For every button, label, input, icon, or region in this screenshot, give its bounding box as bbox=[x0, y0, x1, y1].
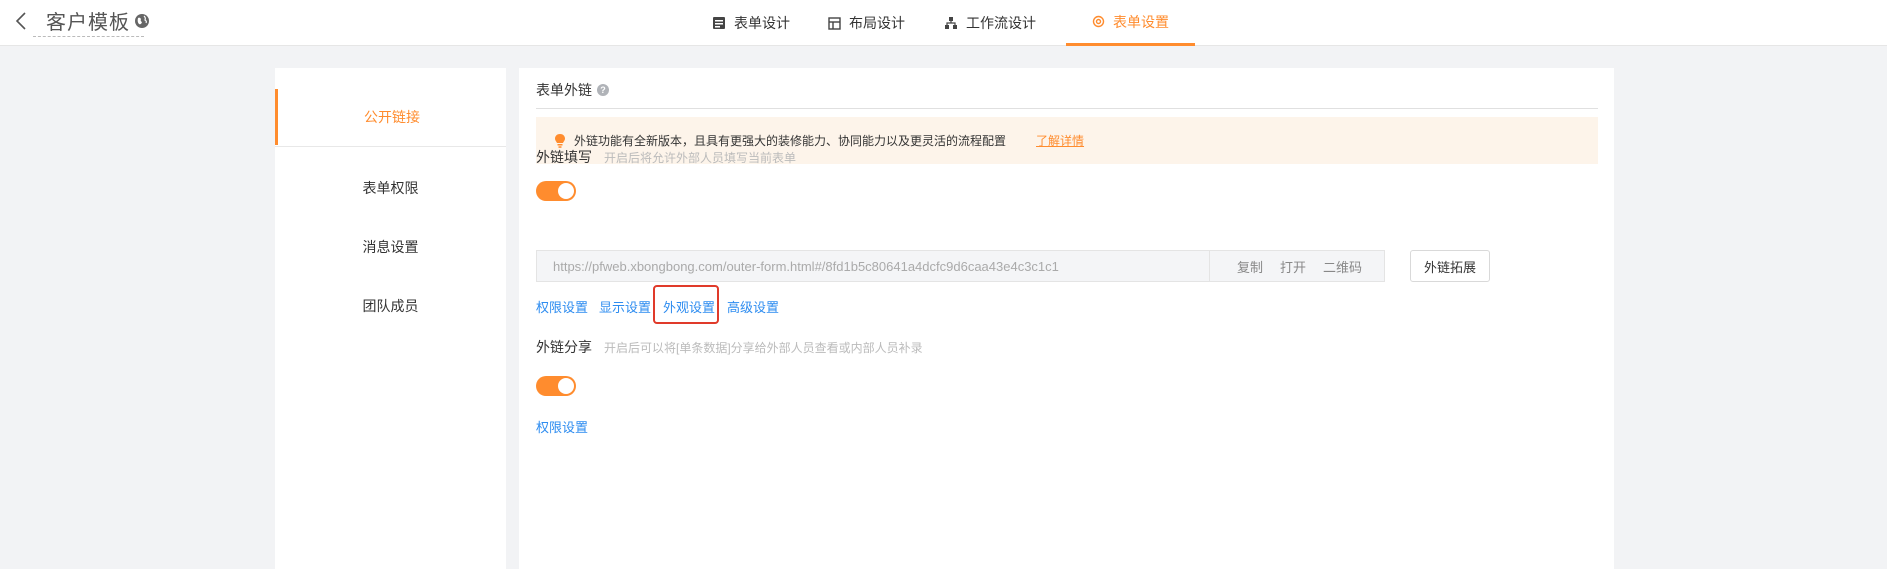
tab-label: 表单设计 bbox=[734, 15, 790, 31]
tab-form-settings[interactable]: 表单设置 bbox=[1066, 0, 1195, 46]
back-arrow-icon[interactable] bbox=[10, 8, 32, 34]
sidebar-divider bbox=[275, 146, 506, 147]
copy-button[interactable]: 复制 bbox=[1237, 257, 1263, 276]
sidebar-item-message-settings[interactable]: 消息设置 bbox=[275, 227, 506, 267]
advanced-settings-link[interactable]: 高级设置 bbox=[727, 297, 779, 316]
sidebar-item-label: 消息设置 bbox=[362, 239, 419, 255]
sidebar-item-label: 团队成员 bbox=[362, 298, 419, 314]
open-button[interactable]: 打开 bbox=[1280, 257, 1306, 276]
help-icon[interactable]: ? bbox=[597, 84, 609, 96]
external-share-label: 外链分享 bbox=[536, 339, 592, 355]
sidebar-item-public-link[interactable]: 公开链接 bbox=[275, 89, 506, 145]
external-fill-row: 外链填写 开启后将允许外部人员填写当前表单 bbox=[536, 147, 796, 167]
layout-icon bbox=[828, 16, 841, 30]
qrcode-button[interactable]: 二维码 bbox=[1323, 257, 1362, 276]
tab-label: 表单设置 bbox=[1113, 13, 1169, 30]
highlight-box bbox=[653, 285, 719, 324]
section-title: 表单外链 ? bbox=[536, 80, 609, 100]
tab-workflow-design[interactable]: 工作流设计 bbox=[932, 0, 1048, 46]
design-tabs: 表单设计 布局设计 工作流设计 表单设置 bbox=[700, 0, 1195, 46]
tab-form-design[interactable]: 表单设计 bbox=[700, 0, 802, 46]
external-fill-hint: 开启后将允许外部人员填写当前表单 bbox=[604, 151, 797, 165]
tab-label: 布局设计 bbox=[849, 15, 905, 31]
main-panel: 表单外链 ? 外链功能有全新版本，且具有更强大的装修能力、协同能力以及更灵活的流… bbox=[519, 68, 1614, 569]
sidebar-item-label: 表单权限 bbox=[362, 180, 419, 196]
permission-settings-link[interactable]: 权限设置 bbox=[536, 297, 588, 316]
tab-layout-design[interactable]: 布局设计 bbox=[816, 0, 917, 46]
display-settings-link[interactable]: 显示设置 bbox=[599, 297, 651, 316]
sidebar-item-team-members[interactable]: 团队成员 bbox=[275, 286, 506, 326]
sidebar-item-form-permission[interactable]: 表单权限 bbox=[275, 168, 506, 208]
external-share-toggle[interactable] bbox=[536, 376, 576, 396]
settings-icon bbox=[1092, 15, 1105, 28]
url-actions-group: 复制 打开 二维码 bbox=[1209, 250, 1385, 282]
external-share-row: 外链分享 开启后可以将[单条数据]分享给外部人员查看或内部人员补录 bbox=[536, 337, 923, 357]
form-icon bbox=[712, 16, 726, 30]
globe-icon[interactable] bbox=[133, 12, 151, 30]
learn-more-link[interactable]: 了解详情 bbox=[1036, 132, 1084, 149]
external-link-url-field[interactable]: https://pfweb.xbongbong.com/outer-form.h… bbox=[536, 250, 1209, 282]
top-header: 客户模板 表单设计 布局设计 工作流设计 表单设置 bbox=[0, 0, 1887, 46]
tab-label: 工作流设计 bbox=[966, 15, 1036, 31]
share-permission-settings-link[interactable]: 权限设置 bbox=[536, 417, 588, 436]
sidebar-item-label: 公开链接 bbox=[364, 109, 420, 125]
external-link-url: https://pfweb.xbongbong.com/outer-form.h… bbox=[553, 258, 1059, 274]
external-fill-label: 外链填写 bbox=[536, 149, 592, 165]
settings-sidebar: 公开链接 表单权限 消息设置 团队成员 bbox=[275, 68, 506, 569]
workflow-icon bbox=[944, 16, 958, 30]
external-share-hint: 开启后可以将[单条数据]分享给外部人员查看或内部人员补录 bbox=[604, 341, 923, 355]
section-title-text: 表单外链 bbox=[536, 82, 592, 98]
link-expand-button[interactable]: 外链拓展 bbox=[1410, 250, 1490, 282]
app-title-field[interactable]: 客户模板 bbox=[33, 5, 144, 37]
app-title: 客户模板 bbox=[46, 12, 130, 34]
external-fill-toggle[interactable] bbox=[536, 181, 576, 201]
section-divider bbox=[536, 108, 1598, 109]
